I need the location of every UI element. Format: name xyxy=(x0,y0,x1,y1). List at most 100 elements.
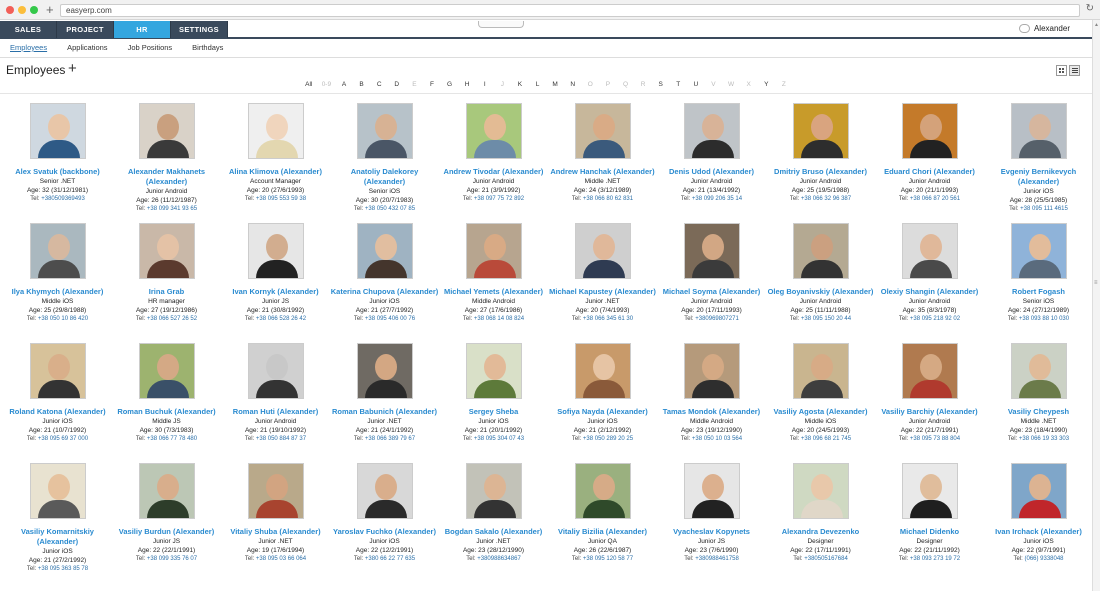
employee-card[interactable]: Andrew Hanchak (Alexander) Middle .NET Age… xyxy=(548,103,657,204)
employee-photo[interactable] xyxy=(574,223,631,279)
tel-value[interactable]: +380988461758 xyxy=(695,556,739,562)
letter-filter-y[interactable]: Y xyxy=(757,81,775,88)
employee-card[interactable]: Katerina Chupova (Alexander) Junior iOS Ag… xyxy=(330,223,439,324)
close-window-icon[interactable] xyxy=(6,6,14,14)
letter-filter-0-9[interactable]: 0-9 xyxy=(318,81,336,88)
employee-name[interactable]: Sofiya Nayda (Alexander) xyxy=(548,407,657,417)
employee-card[interactable]: Yaroslav Fuchko (Alexander) Junior iOS Age… xyxy=(330,463,439,564)
tel-value[interactable]: +38 093 88 10 030 xyxy=(1019,316,1069,322)
employee-name[interactable]: Michael Kapustey (Alexander) xyxy=(548,287,657,297)
grid-view-button[interactable] xyxy=(1056,65,1067,76)
employee-photo[interactable] xyxy=(138,343,195,399)
employee-photo[interactable] xyxy=(901,103,958,159)
employee-photo[interactable] xyxy=(29,343,86,399)
tel-value[interactable]: +38 097 75 72 892 xyxy=(474,196,524,202)
employee-photo[interactable] xyxy=(356,223,413,279)
employee-photo[interactable] xyxy=(247,103,304,159)
employee-name[interactable]: Yaroslav Fuchko (Alexander) xyxy=(330,527,439,537)
tel-value[interactable]: +38 066 19 33 303 xyxy=(1019,436,1069,442)
employee-card[interactable]: Vasiliy Barchiy (Alexander) Junior Androi… xyxy=(875,343,984,444)
employee-card[interactable]: Alexander Makhanets (Alexander) Junior An… xyxy=(112,103,221,214)
employee-card[interactable]: Michael Didenko Designer Age: 22 (21/11/19… xyxy=(875,463,984,564)
employee-card[interactable]: Roman Babunich (Alexander) Junior .NET Age… xyxy=(330,343,439,444)
employee-photo[interactable] xyxy=(901,343,958,399)
employee-card[interactable]: Michael Yemets (Alexander) Middle Android… xyxy=(439,223,548,324)
employee-photo[interactable] xyxy=(574,103,631,159)
letter-filter-g[interactable]: G xyxy=(441,81,459,88)
employee-card[interactable]: Vitaliy Shuba (Alexander) Junior .NET Age:… xyxy=(221,463,330,564)
employee-card[interactable]: Robert Fogash Senior iOS Age: 24 (27/12/19… xyxy=(984,223,1093,324)
employee-card[interactable]: Roman Buchuk (Alexander) Middle JS Age: 30… xyxy=(112,343,221,444)
tel-value[interactable]: +380 66 22 77 635 xyxy=(365,556,415,562)
letter-filter-w[interactable]: W xyxy=(722,81,740,88)
subnav-employees[interactable]: Employees xyxy=(10,43,47,52)
employee-photo[interactable] xyxy=(683,103,740,159)
employee-photo[interactable] xyxy=(683,343,740,399)
letter-filter-h[interactable]: H xyxy=(458,81,476,88)
employee-name[interactable]: Evgeniy Bernikevych (Alexander) xyxy=(984,167,1093,187)
reload-icon[interactable]: ↻ xyxy=(1086,3,1094,14)
employee-name[interactable]: Michael Didenko xyxy=(875,527,984,537)
employee-photo[interactable] xyxy=(247,343,304,399)
employee-photo[interactable] xyxy=(356,103,413,159)
employee-card[interactable]: Ilya Khymych (Alexander) Middle iOS Age: 2… xyxy=(3,223,112,324)
tel-value[interactable]: +38 099 335 76 07 xyxy=(147,556,197,562)
scroll-thumb[interactable]: ≡ xyxy=(1094,280,1098,286)
letter-filter-a[interactable]: A xyxy=(335,81,353,88)
employee-photo[interactable] xyxy=(792,343,849,399)
tel-value[interactable]: +38 066 389 79 67 xyxy=(365,436,415,442)
tel-value[interactable]: +38 099 341 93 65 xyxy=(147,206,197,212)
tel-value[interactable]: +38 099 206 35 14 xyxy=(692,196,742,202)
employee-card[interactable]: Anatoliy Dalekorey (Alexander) Senior iOS… xyxy=(330,103,439,214)
tel-value[interactable]: +38 050 10 03 564 xyxy=(692,436,742,442)
employee-card[interactable]: Dmitriy Bruso (Alexander) Junior Android A… xyxy=(766,103,875,204)
employee-photo[interactable] xyxy=(683,463,740,519)
letter-filter-e[interactable]: E xyxy=(406,81,424,88)
maximize-window-icon[interactable] xyxy=(30,6,38,14)
employee-card[interactable]: Alex Svatuk (backbone) Senior .NET Age: 32… xyxy=(3,103,112,204)
letter-filter-d[interactable]: D xyxy=(388,81,406,88)
tel-value[interactable]: +38 095 363 85 78 xyxy=(38,566,88,572)
tab-settings[interactable]: SETTINGS xyxy=(171,21,228,38)
pull-tab[interactable] xyxy=(478,21,524,28)
tel-value[interactable]: +38 095 304 07 43 xyxy=(474,436,524,442)
employee-photo[interactable] xyxy=(1010,343,1067,399)
subnav-applications[interactable]: Applications xyxy=(67,43,107,52)
employee-card[interactable]: Vasiliy Cheypesh Middle .NET Age: 23 (18/4… xyxy=(984,343,1093,444)
employee-card[interactable]: Bogdan Sakalo (Alexander) Junior .NET Age:… xyxy=(439,463,548,564)
employee-photo[interactable] xyxy=(574,463,631,519)
letter-filter-p[interactable]: P xyxy=(599,81,617,88)
employee-name[interactable]: Bogdan Sakalo (Alexander) xyxy=(439,527,548,537)
employee-photo[interactable] xyxy=(792,463,849,519)
tel-value[interactable]: +38 095 553 59 38 xyxy=(256,196,306,202)
letter-filter-i[interactable]: I xyxy=(476,81,494,88)
employee-name[interactable]: Vasiliy Burdun (Alexander) xyxy=(112,527,221,537)
tel-value[interactable]: +38 095 73 88 804 xyxy=(910,436,960,442)
employee-photo[interactable] xyxy=(29,223,86,279)
employee-photo[interactable] xyxy=(901,463,958,519)
letter-filter-v[interactable]: V xyxy=(705,81,723,88)
tel-value[interactable]: +38 095 03 66 064 xyxy=(256,556,306,562)
subnav-job-positions[interactable]: Job Positions xyxy=(128,43,173,52)
letter-filter-c[interactable]: C xyxy=(370,81,388,88)
employee-card[interactable]: Irina Grab HR manager Age: 27 (19/12/1986)… xyxy=(112,223,221,324)
tel-value[interactable]: +38 066 345 61 30 xyxy=(583,316,633,322)
employee-photo[interactable] xyxy=(247,223,304,279)
letter-filter-u[interactable]: U xyxy=(687,81,705,88)
employee-name[interactable]: Andrew Tivodar (Alexander) xyxy=(439,167,548,177)
employee-name[interactable]: Robert Fogash xyxy=(984,287,1093,297)
employee-card[interactable]: Vasiliy Komarnitskiy (Alexander) Junior i… xyxy=(3,463,112,574)
employee-name[interactable]: Roman Babunich (Alexander) xyxy=(330,407,439,417)
employee-name[interactable]: Olexiy Shangin (Alexander) xyxy=(875,287,984,297)
tel-value[interactable]: (066) 9338048 xyxy=(1024,556,1063,562)
tel-value[interactable]: +38 050 10 86 420 xyxy=(38,316,88,322)
letter-filter-f[interactable]: F xyxy=(423,81,441,88)
employee-card[interactable]: Sergey Sheba Junior iOS Age: 21 (20/1/1992… xyxy=(439,343,548,444)
employee-photo[interactable] xyxy=(792,223,849,279)
tel-value[interactable]: +38 066 77 78 480 xyxy=(147,436,197,442)
employee-card[interactable]: Andrew Tivodar (Alexander) Junior Android… xyxy=(439,103,548,204)
employee-name[interactable]: Vyacheslav Kopynets xyxy=(657,527,766,537)
employee-photo[interactable] xyxy=(465,223,522,279)
tab-sales[interactable]: SALES xyxy=(0,21,57,38)
employee-photo[interactable] xyxy=(465,343,522,399)
